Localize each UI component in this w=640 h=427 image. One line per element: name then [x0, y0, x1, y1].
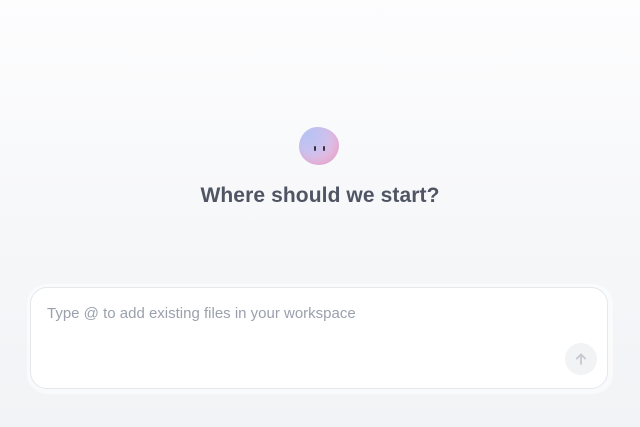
- welcome-hero: Where should we start?: [0, 0, 640, 260]
- mascot-left-eye: [314, 146, 316, 151]
- page-title: Where should we start?: [200, 184, 440, 207]
- mascot-right-eye: [323, 146, 325, 151]
- mascot-icon: [299, 127, 339, 165]
- prompt-input[interactable]: [47, 305, 527, 345]
- prompt-composer: [30, 287, 608, 389]
- arrow-up-icon: [575, 353, 587, 365]
- send-button[interactable]: [565, 343, 597, 375]
